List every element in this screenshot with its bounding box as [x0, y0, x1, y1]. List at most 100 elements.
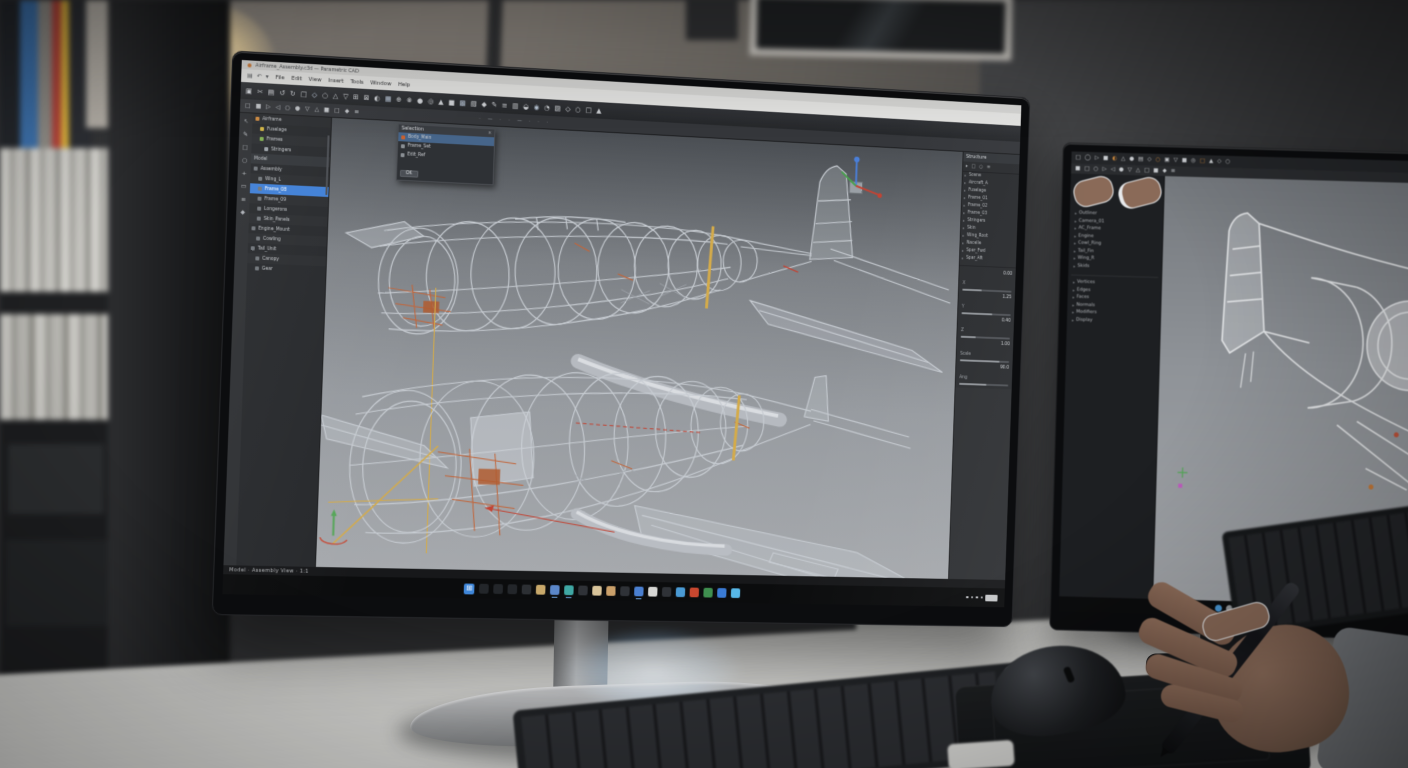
toolbar-icon[interactable]: ↻ — [290, 89, 296, 97]
toolbar-icon[interactable]: ◇ — [1217, 159, 1221, 165]
toolbar-icon[interactable]: ⊗ — [406, 96, 412, 104]
taskbar-app-icon[interactable] — [606, 586, 616, 596]
menu-edit[interactable]: Edit — [291, 75, 302, 82]
toolbar-icon[interactable]: ■ — [1182, 158, 1187, 164]
toolbar-icon[interactable]: △ — [1121, 156, 1125, 162]
toolbar-icon[interactable]: □ — [585, 106, 591, 114]
menu-insert[interactable]: Insert — [328, 77, 344, 84]
toolbar-icon[interactable]: ≡ — [354, 108, 359, 115]
toolbar-icon[interactable]: ▩ — [459, 99, 466, 107]
toolbar-icon[interactable]: ⊠ — [364, 93, 370, 101]
toolbar-icon[interactable]: ○ — [979, 164, 983, 170]
toolbar-icon[interactable]: ■ — [448, 98, 455, 106]
toolbar-icon[interactable]: □ — [971, 164, 975, 170]
toolbar-icon[interactable]: □ — [242, 144, 248, 151]
toolbar-icon[interactable]: ○ — [1093, 166, 1098, 172]
toolbar-icon[interactable]: ◉ — [533, 103, 539, 111]
toolbar-icon[interactable]: ◇ — [565, 105, 570, 113]
toolbar-icon[interactable]: ▷ — [266, 103, 271, 110]
toolbar-icon[interactable]: □ — [300, 90, 307, 98]
thumbnail[interactable] — [1115, 175, 1163, 212]
property-row[interactable]: Z0.40 — [961, 317, 1011, 340]
toolbar-icon[interactable]: ▷ — [1095, 155, 1099, 161]
taskbar-app-icon[interactable] — [592, 586, 602, 596]
toolbar-icon[interactable]: ▽ — [305, 105, 310, 112]
taskbar-app-icon[interactable] — [717, 588, 726, 598]
taskbar-app-icon[interactable] — [493, 584, 503, 594]
toolbar-icon[interactable]: ▦ — [385, 94, 392, 102]
toolbar-icon[interactable]: □ — [1075, 155, 1080, 161]
toolbar-icon[interactable]: ● — [417, 96, 423, 104]
secondary-side-panel[interactable]: OutlinerCamera_01AC_FrameEngineCowl_Ring… — [1059, 173, 1165, 598]
toolbar-icon[interactable]: ▨ — [554, 104, 561, 112]
taskbar-app-icon[interactable] — [731, 588, 740, 598]
menu-tools[interactable]: Tools — [350, 79, 363, 86]
toolbar-icon[interactable]: □ — [1144, 168, 1149, 174]
taskbar-app-icon[interactable] — [550, 585, 560, 595]
menu-help[interactable]: Help — [398, 81, 410, 88]
taskbar-app-icon[interactable] — [676, 587, 686, 597]
toolbar-icon[interactable]: ▥ — [512, 102, 519, 110]
taskbar-app-icon[interactable] — [648, 587, 658, 597]
property-row[interactable]: Y1.25 — [962, 293, 1012, 316]
toolbar-icon[interactable]: ◐ — [1112, 156, 1117, 162]
property-row[interactable]: Ang90.0 — [959, 364, 1009, 386]
close-icon[interactable]: ✕ — [488, 131, 492, 136]
toolbar-icon[interactable]: ■ — [256, 103, 262, 110]
toolbar-icon[interactable]: □ — [245, 102, 251, 109]
property-row[interactable]: Scale1.00 — [960, 340, 1010, 363]
toolbar-icon[interactable]: ◐ — [374, 94, 380, 102]
toolbar-icon[interactable]: ▣ — [246, 87, 253, 95]
toolbar-icon[interactable]: ◆ — [481, 100, 486, 108]
property-row[interactable]: X0.00 — [962, 270, 1012, 293]
menu-view[interactable]: View — [309, 76, 322, 83]
taskbar-app-icon[interactable] — [662, 587, 672, 597]
toolbar-icon[interactable]: ◆ — [1162, 168, 1166, 174]
taskbar-app-icon[interactable] — [507, 584, 517, 594]
toolbar-icon[interactable]: ▤ — [247, 72, 253, 79]
toolbar-icon[interactable]: ⊕ — [396, 95, 402, 103]
toolbar-icon[interactable]: ■ — [1153, 168, 1158, 174]
toolbar-icon[interactable]: △ — [1136, 167, 1140, 173]
toolbar-icon[interactable]: ▾ — [265, 73, 268, 80]
toolbar-icon[interactable]: □ — [334, 107, 340, 114]
toolbar-icon[interactable]: ↶ — [257, 73, 262, 80]
ok-button[interactable]: OK — [400, 170, 418, 178]
toolbar-icon[interactable]: ↺ — [279, 89, 285, 97]
toolbar-icon[interactable]: ◎ — [428, 97, 434, 105]
toolbar-icon[interactable]: ▽ — [1173, 157, 1177, 163]
selection-dialog[interactable]: Selection ✕ Body_MainFrame_SetEdit_Ref O… — [396, 123, 496, 185]
toolbar-icon[interactable]: ◇ — [312, 90, 318, 98]
toolbar-icon[interactable]: ○ — [242, 157, 247, 164]
toolbar-icon[interactable]: ▣ — [1164, 157, 1169, 163]
toolbar-icon[interactable]: ▽ — [343, 92, 349, 100]
toolbar-icon[interactable]: ◇ — [1147, 157, 1151, 163]
toolbar-icon[interactable]: ≡ — [986, 164, 990, 170]
toolbar-icon[interactable]: ▲ — [438, 97, 443, 105]
taskbar-app-icon[interactable] — [620, 586, 630, 596]
start-button[interactable]: ⊞ — [464, 583, 475, 594]
toolbar-icon[interactable]: ● — [1119, 167, 1124, 173]
toolbar-icon[interactable]: ◆ — [345, 108, 350, 115]
toolbar-icon[interactable]: ◎ — [1191, 158, 1196, 164]
toolbar-icon[interactable]: ≡ — [241, 196, 246, 203]
toolbar-icon[interactable]: ✎ — [243, 131, 248, 138]
toolbar-icon[interactable]: ↖ — [243, 118, 248, 125]
menu-window[interactable]: Window — [370, 80, 391, 87]
toolbar-icon[interactable]: ○ — [322, 91, 328, 99]
taskbar-app-icon[interactable] — [690, 588, 700, 598]
taskbar-app-icon[interactable] — [522, 585, 532, 595]
toolbar-icon[interactable]: △ — [314, 106, 319, 113]
toolbar-icon[interactable]: ○ — [1225, 159, 1230, 165]
toolbar-icon[interactable]: ▭ — [241, 183, 247, 190]
toolbar-icon[interactable]: ◔ — [544, 103, 550, 111]
toolbar-icon[interactable]: ⊞ — [353, 93, 359, 101]
toolbar-icon[interactable]: + — [242, 170, 247, 177]
tray-clock[interactable] — [985, 594, 997, 601]
toolbar-icon[interactable]: △ — [333, 92, 339, 100]
toolbar-icon[interactable]: ✂ — [257, 87, 263, 95]
toolbar-icon[interactable]: ≡ — [502, 101, 508, 109]
toolbar-icon[interactable]: ▤ — [1138, 156, 1143, 162]
toolbar-icon[interactable]: ▽ — [1128, 167, 1132, 173]
toolbar-icon[interactable]: ● — [1129, 156, 1134, 162]
